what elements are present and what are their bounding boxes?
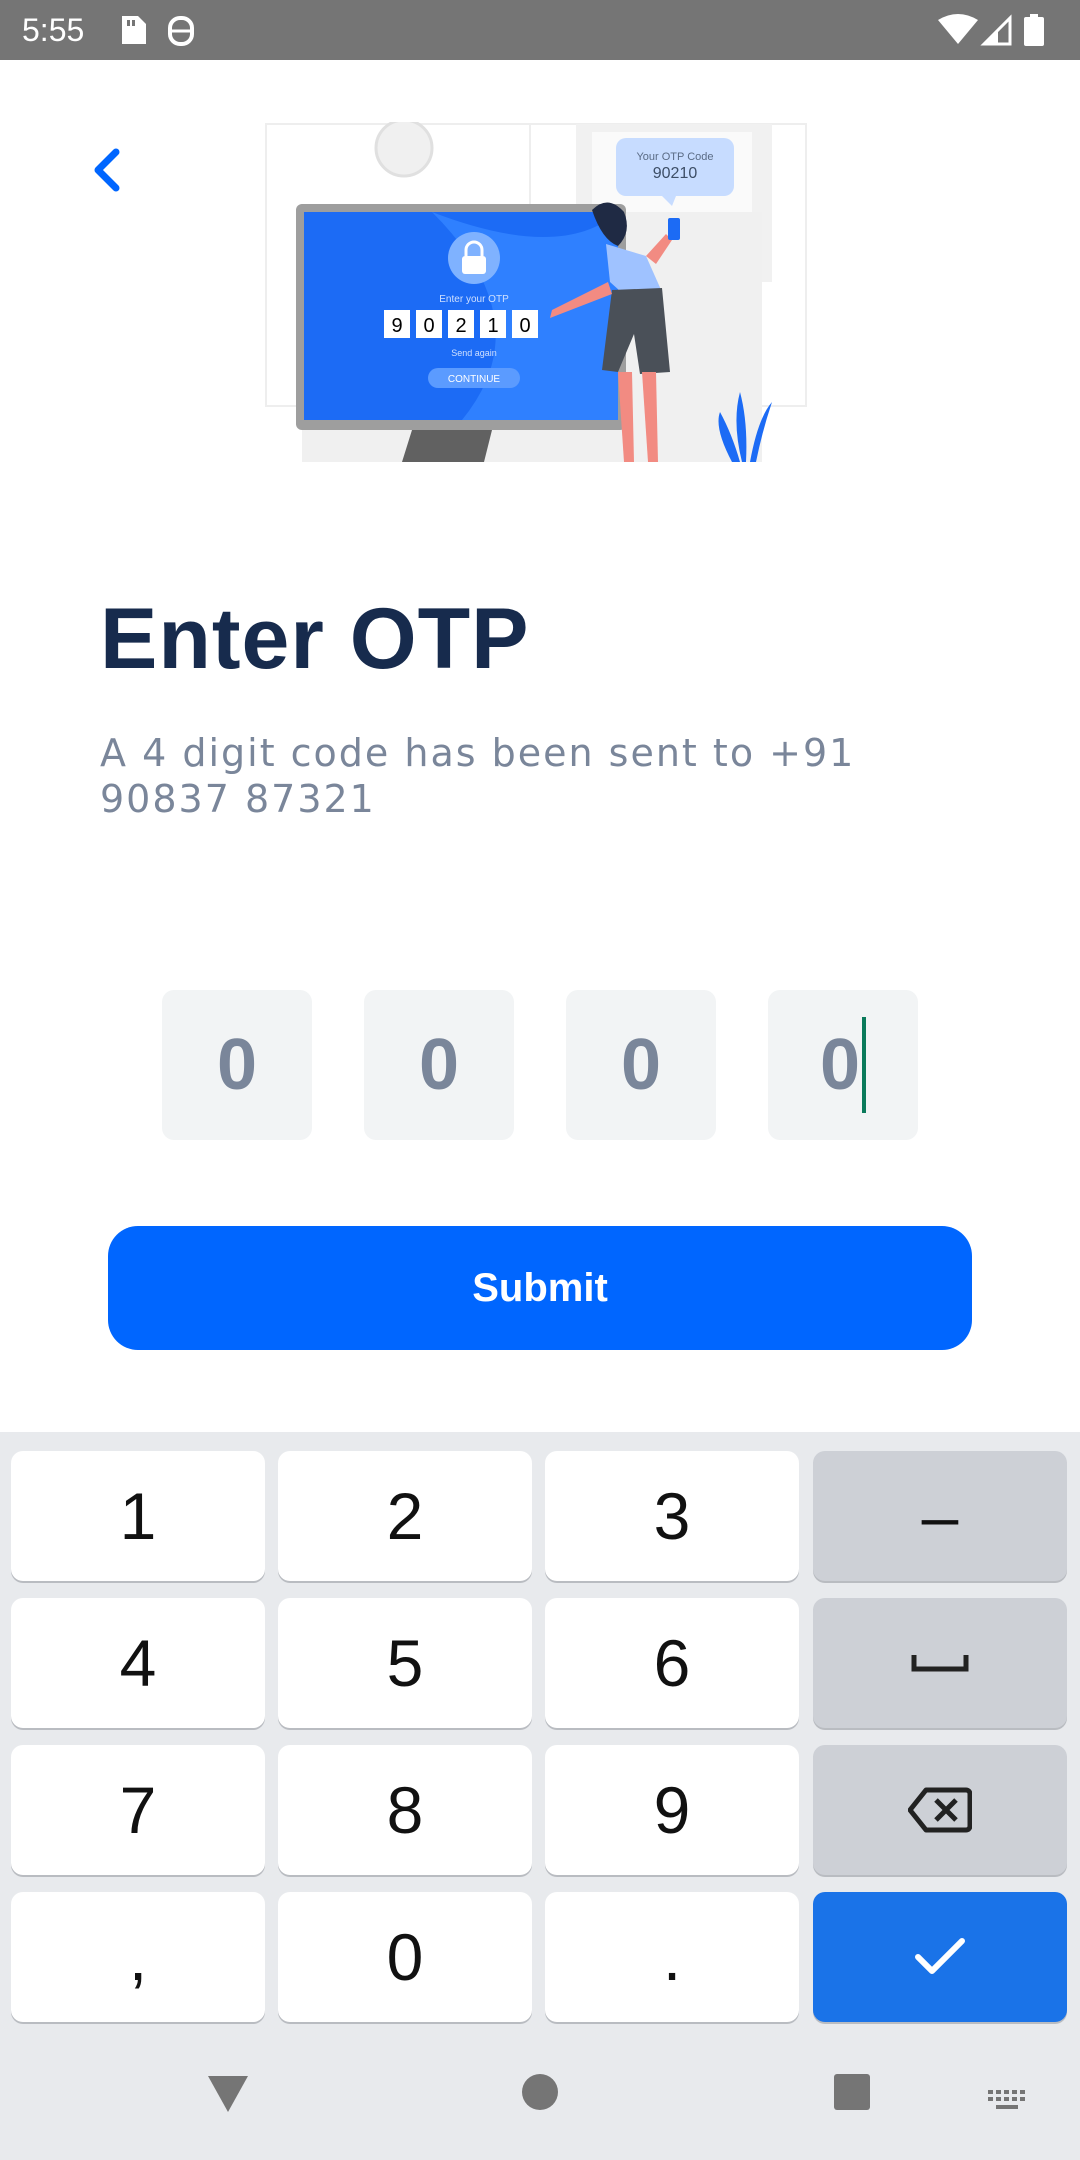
key-4[interactable]: 4 [11,1598,265,1728]
key-3[interactable]: 3 [545,1451,799,1581]
status-icons-left [118,12,208,53]
page-title: Enter OTP [100,591,530,687]
otp-digit-3-value: 0 [620,1025,662,1105]
illustration-continue: CONTINUE [448,374,501,385]
otp-digit-4-value: 0 [819,1025,861,1105]
back-button[interactable] [80,140,140,200]
otp-sent-message: A 4 digit code has been sent to +91 9083… [100,731,856,821]
key-space[interactable] [813,1598,1067,1728]
android-debug-icon [168,16,194,46]
svg-text:9: 9 [391,315,402,337]
illustration-otp-digits: 9 0 2 1 0 [384,310,538,338]
key-5[interactable]: 5 [278,1598,532,1728]
otp-digit-4[interactable]: 0 [768,990,918,1140]
svg-text:1: 1 [487,315,498,337]
otp-digit-2[interactable]: 0 [364,990,514,1140]
status-time: 5:55 [22,12,85,48]
keyboard-switch-icon[interactable] [986,2088,1030,2112]
key-8[interactable]: 8 [278,1745,532,1875]
nav-home-icon[interactable] [520,2072,560,2112]
key-1[interactable]: 1 [11,1451,265,1581]
illustration-resend: Send again [451,348,497,358]
key-period[interactable]: . [545,1892,799,2022]
otp-digit-1[interactable]: 0 [162,990,312,1140]
key-9[interactable]: 9 [545,1745,799,1875]
space-bar-icon [911,1655,969,1672]
backspace-icon [908,1787,972,1833]
key-6[interactable]: 6 [545,1598,799,1728]
status-icons-right [936,12,1056,53]
wifi-icon [938,14,978,44]
illustration-bubble-label: Your OTP Code [636,151,713,163]
key-comma[interactable]: , [11,1892,265,2022]
key-0[interactable]: 0 [278,1892,532,2022]
sd-card-icon [122,16,194,46]
illustration-bubble-code: 90210 [653,165,698,182]
submit-button[interactable]: Submit [108,1226,972,1350]
check-icon [915,1938,965,1974]
illustration-prompt: Enter your OTP [439,294,509,305]
otp-digit-3[interactable]: 0 [566,990,716,1140]
key-enter[interactable] [813,1892,1067,2022]
svg-text:0: 0 [519,315,530,337]
chevron-left-icon [94,148,120,192]
hero-illustration: Enter your OTP 9 0 2 1 0 Send again CONT… [262,118,822,467]
status-bar: 5:55 [0,0,1080,60]
text-cursor [862,1017,867,1113]
key-7[interactable]: 7 [11,1745,265,1875]
battery-icon [1024,14,1044,46]
key-dash[interactable]: – [813,1451,1067,1581]
svg-text:0: 0 [423,315,434,337]
key-2[interactable]: 2 [278,1451,532,1581]
nav-recents-icon[interactable] [832,2072,872,2112]
nav-back-icon[interactable] [204,2072,252,2116]
otp-digit-1-value: 0 [216,1025,258,1105]
otp-digit-2-value: 0 [418,1025,460,1105]
key-backspace[interactable] [813,1745,1067,1875]
svg-text:2: 2 [455,315,466,337]
